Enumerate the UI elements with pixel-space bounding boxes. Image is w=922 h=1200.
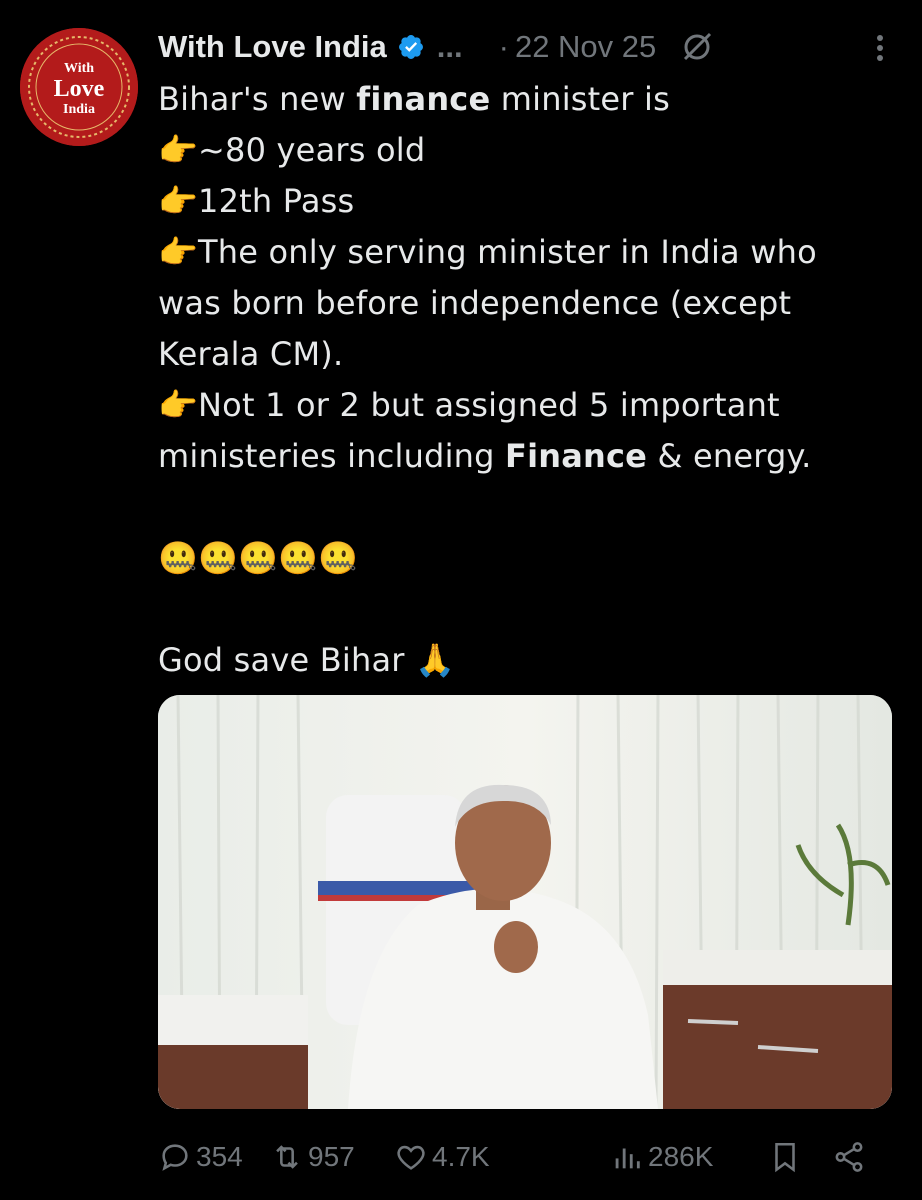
author-name[interactable]: With Love India: [158, 29, 387, 65]
header-separator: ·: [498, 29, 509, 64]
repost-icon: [276, 1145, 298, 1169]
bookmark-button[interactable]: [768, 1140, 802, 1174]
line1-pre: Bihar's new: [158, 80, 357, 118]
closing-line: God save Bihar 🙏: [158, 641, 456, 679]
repost-count: 957: [308, 1141, 355, 1172]
views-button[interactable]: 286K: [610, 1140, 713, 1174]
tweet-text: Bihar's new finance minister is 👉~80 yea…: [158, 74, 888, 686]
share-icon: [835, 1142, 863, 1172]
like-count: 4.7K: [432, 1141, 490, 1172]
repost-button[interactable]: 957: [270, 1140, 355, 1174]
pointing-hand-icon: 👉: [158, 182, 199, 220]
avatar-text-india: India: [63, 102, 95, 117]
bullet-3: The only serving minister in India who w…: [158, 233, 828, 373]
reply-icon: [162, 1144, 188, 1171]
more-vertical-icon[interactable]: [868, 30, 892, 66]
bullet-1: ~80 years old: [198, 131, 426, 169]
reply-count: 354: [196, 1141, 243, 1172]
avatar-text-with: With: [64, 61, 94, 76]
line1-bold: finance: [356, 80, 491, 118]
grok-icon[interactable]: [680, 30, 714, 64]
views-count: 286K: [648, 1141, 714, 1172]
pointing-hand-icon: 👉: [158, 233, 199, 271]
bullet-2: 12th Pass: [198, 182, 355, 220]
share-button[interactable]: [832, 1140, 866, 1174]
pointing-hand-icon: 👉: [158, 386, 199, 424]
emoji-row: 🤐🤐🤐🤐🤐: [158, 539, 359, 577]
verified-badge-icon: [397, 33, 425, 61]
like-button[interactable]: 4.7K: [394, 1140, 490, 1174]
heart-icon: [397, 1145, 425, 1170]
bullet-4-post: & energy.: [647, 437, 812, 475]
tweet-header: With Love India ... · 22 Nov 25: [158, 22, 898, 72]
pointing-hand-icon: 👉: [158, 131, 199, 169]
tweet-actions: 354 957 4.7K 286K: [158, 1135, 898, 1179]
avatar-text-love: Love: [54, 76, 105, 102]
reply-button[interactable]: 354: [158, 1140, 243, 1174]
tweet-image[interactable]: [158, 695, 892, 1109]
avatar[interactable]: With Love India: [20, 28, 138, 146]
name-truncation: ...: [436, 29, 463, 64]
views-icon: [615, 1148, 640, 1169]
bookmark-icon: [775, 1142, 795, 1173]
bullet-4-bold: Finance: [505, 437, 648, 475]
tweet-date[interactable]: 22 Nov 25: [515, 29, 656, 65]
line1-post: minister is: [490, 80, 670, 118]
